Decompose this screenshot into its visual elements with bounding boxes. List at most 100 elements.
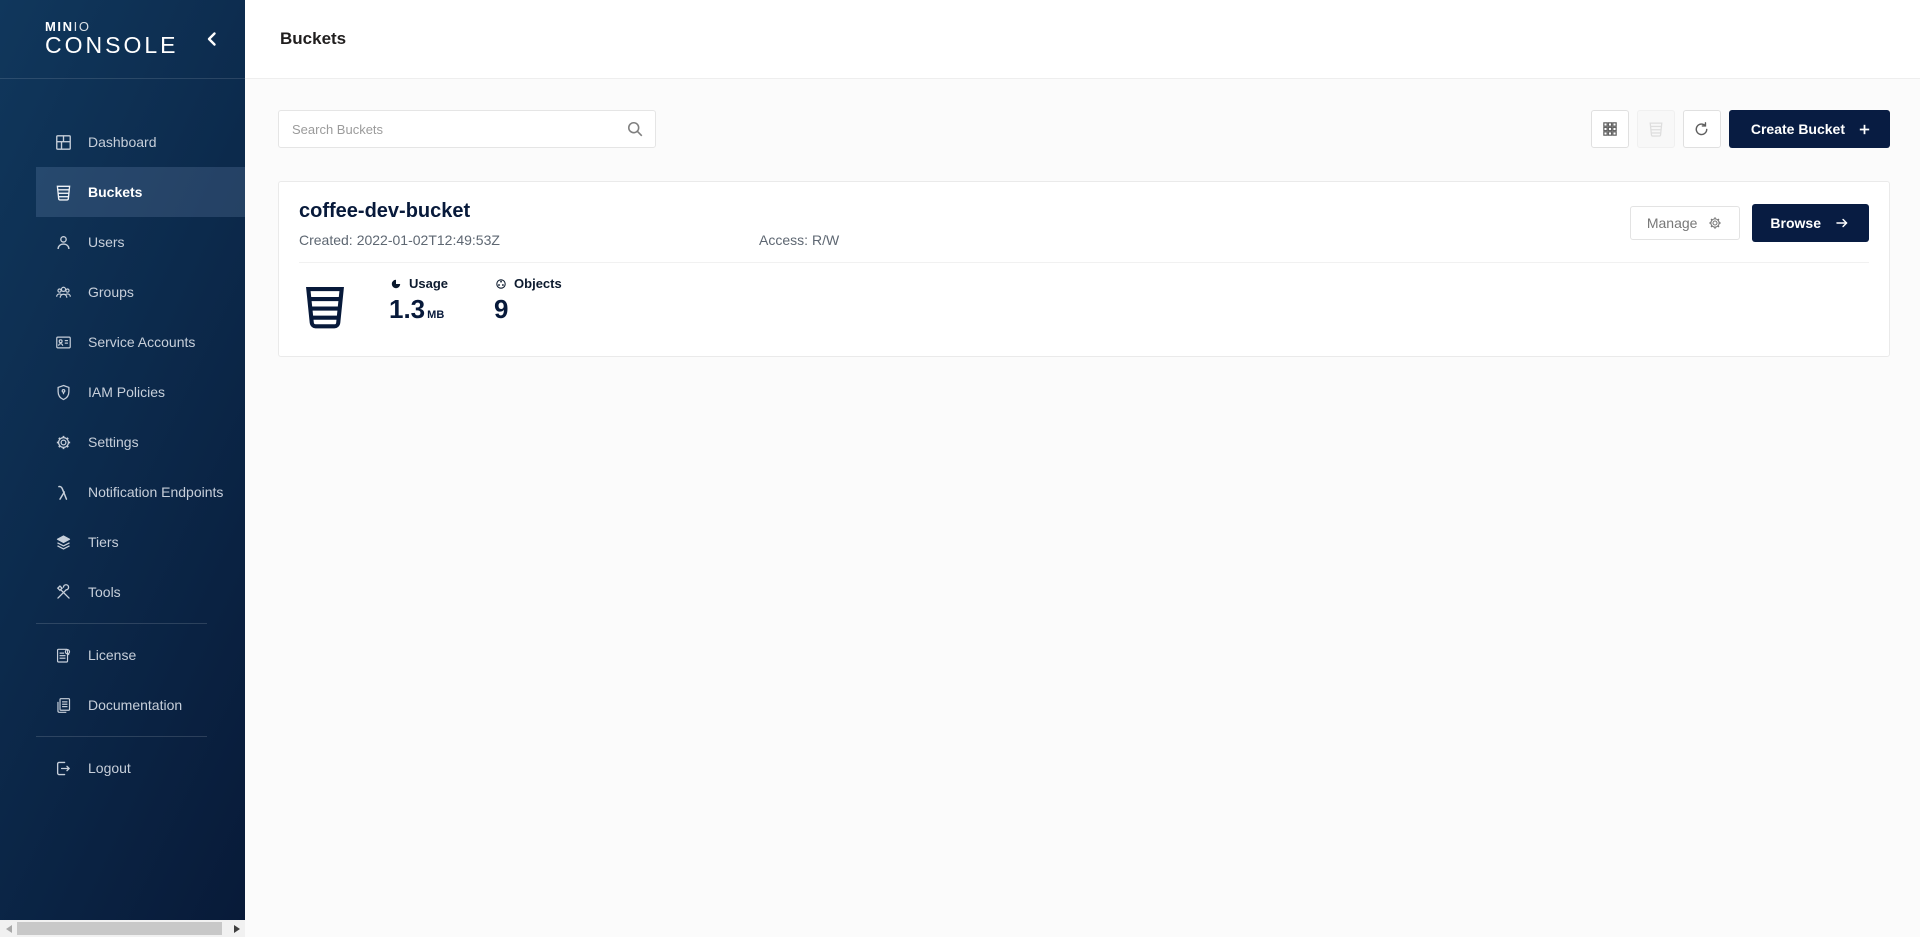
sidebar-item-users[interactable]: Users	[36, 217, 245, 267]
user-icon	[53, 232, 73, 252]
sidebar-item-settings[interactable]: Settings	[36, 417, 245, 467]
page-title: Buckets	[280, 29, 346, 49]
brand-console: CONSOLE	[45, 33, 178, 58]
shield-icon	[53, 382, 73, 402]
browse-button[interactable]: Browse	[1752, 204, 1869, 242]
sidebar-item-logout[interactable]: Logout	[36, 743, 245, 793]
sidebar-item-label: Groups	[88, 284, 134, 300]
usage-value: 1.3 MB	[389, 294, 448, 325]
refresh-icon	[1692, 120, 1711, 139]
sidebar-item-label: Documentation	[88, 697, 182, 713]
objects-label-row: Objects	[494, 276, 562, 291]
sidebar-item-label: Tiers	[88, 534, 119, 550]
license-doc-icon	[53, 645, 73, 665]
manage-gear-icon	[1707, 215, 1723, 231]
sidebar-item-buckets[interactable]: Buckets	[36, 167, 245, 217]
scroll-left-arrow-icon[interactable]	[0, 920, 17, 937]
bucket-info: coffee-dev-bucket Created: 2022-01-02T12…	[299, 198, 839, 248]
sidebar-item-label: Settings	[88, 434, 139, 450]
plus-icon	[1857, 122, 1872, 137]
sidebar-item-label: Tools	[88, 584, 121, 600]
scrollbar-thumb[interactable]	[17, 922, 222, 935]
sidebar-item-label: IAM Policies	[88, 384, 165, 400]
sidebar-menu: Dashboard Buckets Users Groups	[0, 79, 245, 793]
sidebar-item-groups[interactable]: Groups	[36, 267, 245, 317]
grid-view-button[interactable]	[1591, 110, 1629, 148]
objects-stat: Objects 9	[494, 276, 562, 325]
minio-console-app: MINIO CONSOLE Dashboard Buckets	[0, 0, 1920, 937]
sidebar-item-dashboard[interactable]: Dashboard	[36, 117, 245, 167]
logo-area: MINIO CONSOLE	[0, 0, 245, 79]
bucket-card-header: coffee-dev-bucket Created: 2022-01-02T12…	[299, 198, 1869, 248]
manage-label: Manage	[1647, 215, 1698, 231]
browse-label: Browse	[1770, 215, 1821, 231]
create-bucket-button[interactable]: Create Bucket	[1729, 110, 1890, 148]
created-label: Created:	[299, 232, 353, 248]
scroll-right-arrow-icon[interactable]	[228, 920, 245, 937]
sidebar-item-label: Notification Endpoints	[88, 484, 223, 500]
page-header: Buckets	[245, 0, 1920, 79]
logout-door-arrow-icon	[53, 758, 73, 778]
grid-view-icon	[1601, 120, 1619, 138]
sidebar-item-notification-endpoints[interactable]: Notification Endpoints	[36, 467, 245, 517]
objects-label: Objects	[514, 276, 562, 291]
search-icon	[624, 118, 646, 140]
usage-label: Usage	[409, 276, 448, 291]
create-bucket-label: Create Bucket	[1751, 121, 1845, 137]
sidebar-item-label: Dashboard	[88, 134, 157, 150]
dashboard-grid-icon	[53, 132, 73, 152]
gear-icon	[53, 432, 73, 452]
sidebar: MINIO CONSOLE Dashboard Buckets	[0, 0, 245, 937]
sidebar-item-iam-policies[interactable]: IAM Policies	[36, 367, 245, 417]
manage-button[interactable]: Manage	[1630, 206, 1741, 240]
bucket-name-link[interactable]: coffee-dev-bucket	[299, 198, 839, 224]
lambda-icon	[53, 482, 73, 502]
object-group-icon	[494, 277, 508, 291]
sidebar-item-license[interactable]: License	[36, 630, 245, 680]
usage-unit: MB	[427, 309, 444, 321]
sidebar-divider	[36, 623, 207, 624]
sidebar-item-tiers[interactable]: Tiers	[36, 517, 245, 567]
usage-label-row: Usage	[389, 276, 448, 291]
bucket-stats: Usage 1.3 MB Objects	[299, 276, 1869, 334]
sidebar-item-tools[interactable]: Tools	[36, 567, 245, 617]
collapse-sidebar-button[interactable]	[201, 28, 223, 50]
bucket-list-view-icon	[1647, 120, 1665, 138]
sidebar-item-documentation[interactable]: Documentation	[36, 680, 245, 730]
id-card-icon	[53, 332, 73, 352]
sidebar-item-label: License	[88, 647, 136, 663]
bucket-meta-row: Created: 2022-01-02T12:49:53Z Access: R/…	[299, 232, 839, 248]
sidebar-item-label: Users	[88, 234, 125, 250]
buckets-toolbar: Create Bucket	[278, 110, 1890, 148]
bucket-actions: Manage Browse	[1630, 204, 1869, 242]
objects-number: 9	[494, 294, 508, 325]
user-group-icon	[53, 282, 73, 302]
chevron-left-icon	[205, 31, 219, 47]
book-pages-icon	[53, 695, 73, 715]
sidebar-item-label: Buckets	[88, 184, 142, 200]
card-divider	[299, 262, 1869, 263]
sidebar-item-label: Service Accounts	[88, 334, 195, 350]
content-area: Create Bucket coffee-dev-bucket Created:	[245, 79, 1920, 357]
sidebar-divider	[36, 736, 207, 737]
sidebar-item-service-accounts[interactable]: Service Accounts	[36, 317, 245, 367]
bucket-created: Created: 2022-01-02T12:49:53Z	[299, 232, 759, 248]
bucket-large-icon	[299, 278, 351, 334]
arrow-right-icon	[1833, 215, 1851, 231]
usage-stat: Usage 1.3 MB	[389, 276, 448, 325]
bucket-icon	[53, 182, 73, 202]
search-box	[278, 110, 656, 148]
sidebar-item-label: Logout	[88, 760, 131, 776]
pie-chart-icon	[389, 277, 403, 291]
brand-io: IO	[74, 19, 91, 34]
minio-logo: MINIO CONSOLE	[45, 20, 178, 58]
usage-number: 1.3	[389, 294, 425, 325]
sidebar-horizontal-scrollbar[interactable]	[0, 920, 245, 937]
crossed-tools-icon	[53, 582, 73, 602]
access-label: Access:	[759, 232, 808, 248]
refresh-button[interactable]	[1683, 110, 1721, 148]
main-area: Buckets	[245, 0, 1920, 937]
bucket-list-view-button[interactable]	[1637, 110, 1675, 148]
access-value: R/W	[812, 232, 839, 248]
search-input[interactable]	[278, 110, 656, 148]
